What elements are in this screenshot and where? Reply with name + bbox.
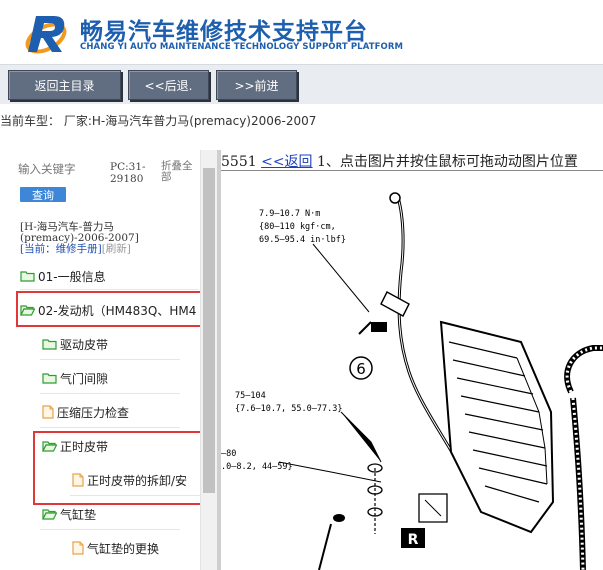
content-panel: 5551 <<返回 1、点击图片并按住鼠标可拖动动图片位置 7.9—10.7 N… bbox=[221, 150, 603, 570]
highlight-box bbox=[33, 431, 206, 505]
navigation-panel: 查询 PC:31-29180 折叠全部 [H-海马汽车-普力马(premacy)… bbox=[0, 150, 218, 570]
folder-icon bbox=[42, 373, 57, 384]
torque-spec-text: {7.6—10.7, 55.0—77.3} bbox=[235, 404, 342, 414]
current-manual-label: [当前：维修手册] bbox=[20, 243, 102, 255]
tree-divider bbox=[40, 427, 180, 428]
drag-instruction: 1、点击图片并按住鼠标可拖动动图片位置 bbox=[317, 154, 578, 170]
folder-icon bbox=[42, 339, 57, 350]
tree-item-drive-belt[interactable]: 驱动皮带 bbox=[42, 332, 182, 356]
torque-spec-text: .0—8.2, 44—59} bbox=[221, 462, 293, 472]
logo-icon bbox=[25, 16, 67, 54]
pc-code-label: PC:31-29180 bbox=[110, 161, 146, 185]
tree-item-cylinder-gasket[interactable]: 气缸垫 bbox=[42, 502, 182, 526]
tree-item-cylinder-gasket-replace[interactable]: 气缸垫的更换 bbox=[72, 536, 200, 560]
tree-item-compression-check[interactable]: 压缩压力检查 bbox=[42, 400, 192, 424]
tree-divider bbox=[40, 529, 180, 530]
manual-status: [当前：维修手册][刷新] bbox=[20, 244, 200, 255]
gasket-parts-illustration bbox=[318, 463, 448, 570]
refresh-link[interactable]: [刷新] bbox=[102, 243, 131, 255]
torque-spec-text: —80 bbox=[221, 449, 236, 459]
highlight-box bbox=[16, 291, 207, 327]
torque-spec-text: 69.5—95.4 in·lbf} bbox=[259, 235, 346, 245]
tree-item-label: 气缸垫的更换 bbox=[87, 541, 160, 556]
folder-icon bbox=[20, 271, 35, 282]
torque-spec-text: 7.9—10.7 N·m bbox=[259, 209, 320, 219]
tree-item-label: 01-一般信息 bbox=[38, 269, 106, 284]
content-header: 5551 <<返回 1、点击图片并按住鼠标可拖动动图片位置 bbox=[221, 151, 578, 171]
tree-item-label: 气缸垫 bbox=[60, 507, 97, 522]
timing-cover-illustration bbox=[439, 320, 555, 534]
home-button[interactable]: 返回主目录 bbox=[8, 70, 121, 100]
replace-marker: R bbox=[408, 532, 419, 548]
app-header: 畅易汽车维修技术支持平台 CHANG YI AUTO MAINTENANCE T… bbox=[0, 0, 603, 64]
tree-divider bbox=[40, 393, 180, 394]
tree-item-valve-clearance[interactable]: 气门间隙 bbox=[42, 366, 182, 390]
vehicle-name: [H-海马汽车-普力马(premacy)-2006-2007] bbox=[20, 221, 139, 244]
search-input[interactable] bbox=[18, 160, 108, 178]
divider bbox=[221, 170, 603, 171]
back-button[interactable]: <<后退. bbox=[128, 70, 209, 100]
app-subtitle: CHANG YI AUTO MAINTENANCE TECHNOLOGY SUP… bbox=[80, 42, 404, 52]
forward-button[interactable]: >>前进 bbox=[216, 70, 297, 100]
torque-spec-text: {80—110 kgf·cm, bbox=[259, 222, 336, 232]
tree-item-general-info[interactable]: 01-一般信息 bbox=[20, 264, 200, 288]
tree-divider bbox=[40, 359, 180, 360]
collapse-all-link[interactable]: 折叠全部 bbox=[161, 161, 199, 183]
folder-open-icon bbox=[42, 509, 57, 520]
callout-number: 6 bbox=[356, 360, 366, 378]
left-panel-scrollbar[interactable] bbox=[200, 150, 217, 570]
torque-spec-text: 75—104 bbox=[235, 391, 266, 401]
tree-item-label: 驱动皮带 bbox=[60, 337, 109, 352]
current-vehicle-label: 当前车型： 厂家:H-海马汽车普力马(premacy)2006-2007 bbox=[0, 114, 317, 128]
tree-item-label: 气门间隙 bbox=[60, 371, 109, 386]
timing-belt-illustration bbox=[564, 345, 603, 570]
vehicle-info: [H-海马汽车-普力马(premacy)-2006-2007] [当前：维修手册… bbox=[20, 222, 200, 255]
document-icon bbox=[42, 405, 54, 419]
document-icon bbox=[72, 541, 84, 555]
search-button[interactable]: 查询 bbox=[20, 187, 66, 202]
search-box: 查询 bbox=[18, 160, 108, 202]
return-link[interactable]: <<返回 bbox=[261, 154, 312, 170]
app-title: 畅易汽车维修技术支持平台 bbox=[80, 19, 368, 45]
engine-diagram[interactable]: 7.9—10.7 N·m {80—110 kgf·cm, 69.5—95.4 i… bbox=[221, 172, 603, 570]
tree-item-label: 压缩压力检查 bbox=[57, 405, 130, 420]
tree-divider bbox=[20, 289, 198, 290]
page-number: 5551 bbox=[221, 154, 257, 170]
toolbar: 返回主目录 <<后退. >>前进 bbox=[0, 64, 603, 104]
scrollbar-thumb[interactable] bbox=[203, 168, 215, 493]
